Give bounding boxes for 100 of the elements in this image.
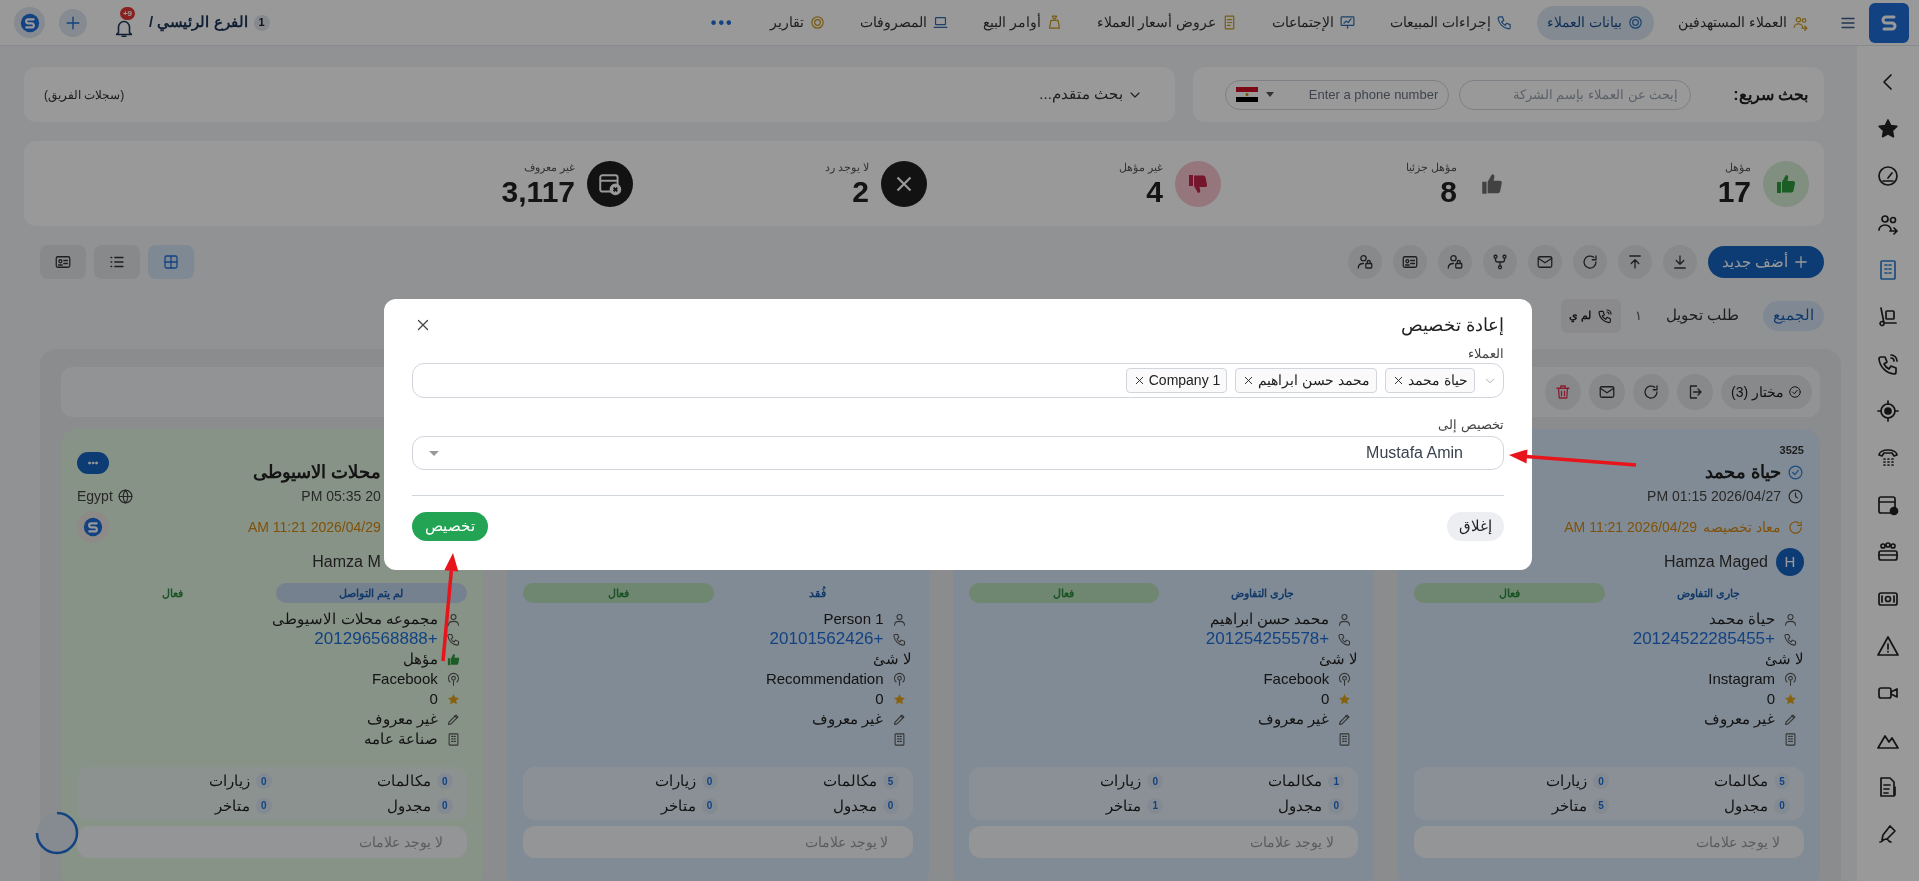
export-button[interactable] (1676, 374, 1713, 410)
stat-label: مكالمات (1268, 771, 1323, 791)
note-text: غير معروف (1258, 708, 1330, 730)
rating: 0 (1320, 688, 1330, 709)
customer-name[interactable]: حياة محمد (1705, 458, 1781, 486)
nav-tab[interactable]: المصروفات (849, 5, 959, 40)
refresh-button[interactable] (1572, 245, 1607, 279)
lead-source: Facebook (1263, 668, 1330, 689)
customer-tag[interactable]: محمد حسن ابراهيم (1235, 368, 1378, 393)
download-button[interactable] (1662, 245, 1697, 279)
branch-button[interactable] (1482, 245, 1517, 279)
user-lock-button[interactable] (1437, 245, 1472, 279)
filter-tab[interactable]: طلب تحويل (1655, 300, 1749, 331)
assign-button[interactable]: تخصيص (412, 512, 488, 541)
user-lock-icon (1355, 253, 1374, 271)
count-badge: 0 (701, 797, 718, 814)
stat-label: مجدول (1278, 795, 1323, 817)
mail-button[interactable] (1588, 374, 1625, 410)
status-label: جارى التفاوض (1676, 585, 1742, 602)
stat-label: مجدول (386, 795, 431, 817)
count-badge: 0 (1147, 773, 1164, 790)
customer-name[interactable]: محلات الاسيوطى (252, 458, 381, 486)
trash-button[interactable] (1544, 374, 1581, 410)
count-badge: 0 (1593, 773, 1610, 790)
view-toggle[interactable] (148, 245, 194, 279)
branch-icon (1490, 253, 1509, 271)
notification-button[interactable]: +9 (101, 6, 135, 39)
mail-button[interactable] (1527, 245, 1562, 279)
refresh-button[interactable] (1632, 374, 1669, 410)
count-badge: 0 (701, 773, 718, 790)
view-toggle[interactable] (40, 245, 86, 279)
close-dialog-button[interactable]: إغلاق (1447, 512, 1504, 541)
thumbs-up-icon (1763, 160, 1809, 207)
stat-label: مجدول (1724, 795, 1768, 817)
flag-icon (1236, 87, 1259, 102)
person-icon (1337, 611, 1353, 627)
team-records-label[interactable]: (سجلات الفريق) (44, 85, 125, 104)
company-search-field[interactable]: إبحث عن العملاء بإسم الشركة (1459, 79, 1692, 110)
nav-tab[interactable]: بيانات العملاء (1537, 5, 1655, 40)
calendar-x-icon (587, 160, 633, 207)
customer-tag[interactable]: حياة محمد (1385, 368, 1475, 393)
stat-value: 8 (1439, 175, 1457, 208)
logo-icon[interactable] (1869, 2, 1909, 43)
owner-avatar: H (1776, 548, 1804, 576)
customer-tag[interactable]: Company 1 (1125, 368, 1228, 393)
building-icon (891, 731, 907, 747)
thumbs-down-icon (1175, 160, 1221, 207)
count-badge: 0 (436, 773, 453, 790)
nav-tab[interactable]: الإجتماعات (1262, 5, 1367, 40)
add-button[interactable] (59, 8, 87, 37)
stat-label: زيارات (654, 771, 696, 792)
user-lock-icon (1445, 253, 1464, 271)
stat-label: مكالمات (376, 771, 431, 791)
podcast-icon (445, 671, 461, 687)
nav-tab[interactable]: إجراءات المبيعات (1380, 5, 1524, 40)
notification-badge: +9 (119, 6, 135, 20)
count-badge: 5 (882, 773, 899, 790)
podcast-icon (1783, 671, 1798, 687)
nav-tab[interactable]: أوامر البيع (972, 5, 1073, 40)
advanced-search-toggle[interactable]: بحث متقدم... (1039, 83, 1143, 106)
id-card-button[interactable] (1392, 245, 1427, 279)
user-lock-button[interactable] (1347, 245, 1382, 279)
qualification: مؤهل (402, 648, 438, 670)
owner-name: Hamza M (312, 552, 381, 572)
add-new-button[interactable]: أضف جديد (1707, 246, 1824, 278)
logo-icon[interactable] (14, 7, 45, 38)
stat-value: 4 (1145, 175, 1163, 208)
stat-label: متاخر (1106, 795, 1142, 817)
branch-title[interactable]: الفرع الرئيسي / (149, 11, 248, 34)
status-badge: فعال (968, 583, 1160, 603)
assignee-select[interactable]: Mustafa Amin (412, 436, 1504, 470)
stat-label: غير معروف (522, 160, 575, 176)
view-toggle[interactable] (94, 245, 140, 279)
phone-icon (1596, 307, 1613, 324)
rating: 0 (1766, 688, 1775, 709)
filter-chip[interactable]: لم ي (1560, 298, 1621, 333)
selected-count[interactable]: مختار (3) (1720, 375, 1812, 409)
more-button[interactable] (77, 452, 109, 474)
nav-tab[interactable]: تقارير (759, 5, 836, 40)
refresh-icon (1580, 253, 1599, 271)
contact-name: Person 1 (823, 608, 884, 629)
stat-value: 2 (851, 175, 869, 208)
nav-tab[interactable]: عروض أسعار العملاء (1086, 5, 1249, 40)
more-menu[interactable]: ••• (710, 10, 734, 35)
customer-card[interactable] (61, 429, 483, 881)
stat-label: لا يوجد رد (824, 160, 869, 176)
status-label: فُقد (807, 585, 827, 601)
upload-button[interactable] (1617, 245, 1652, 279)
created-date: PM 05:35 20 (301, 486, 381, 506)
filter-tab[interactable]: الجميع (1763, 300, 1824, 331)
nav-tab[interactable]: العملاء المستهدفين (1668, 5, 1819, 40)
caret-icon (1266, 92, 1275, 97)
building-icon (1337, 731, 1353, 747)
count-badge: 5 (1593, 797, 1610, 814)
status-badge: فعال (522, 583, 714, 603)
dialog-title: إعادة تخصيص (1401, 313, 1504, 338)
users-icon (1792, 14, 1809, 31)
building-icon (1783, 731, 1798, 747)
phone-input[interactable]: Enter a phone number (1282, 84, 1439, 105)
rating: 0 (875, 688, 884, 709)
